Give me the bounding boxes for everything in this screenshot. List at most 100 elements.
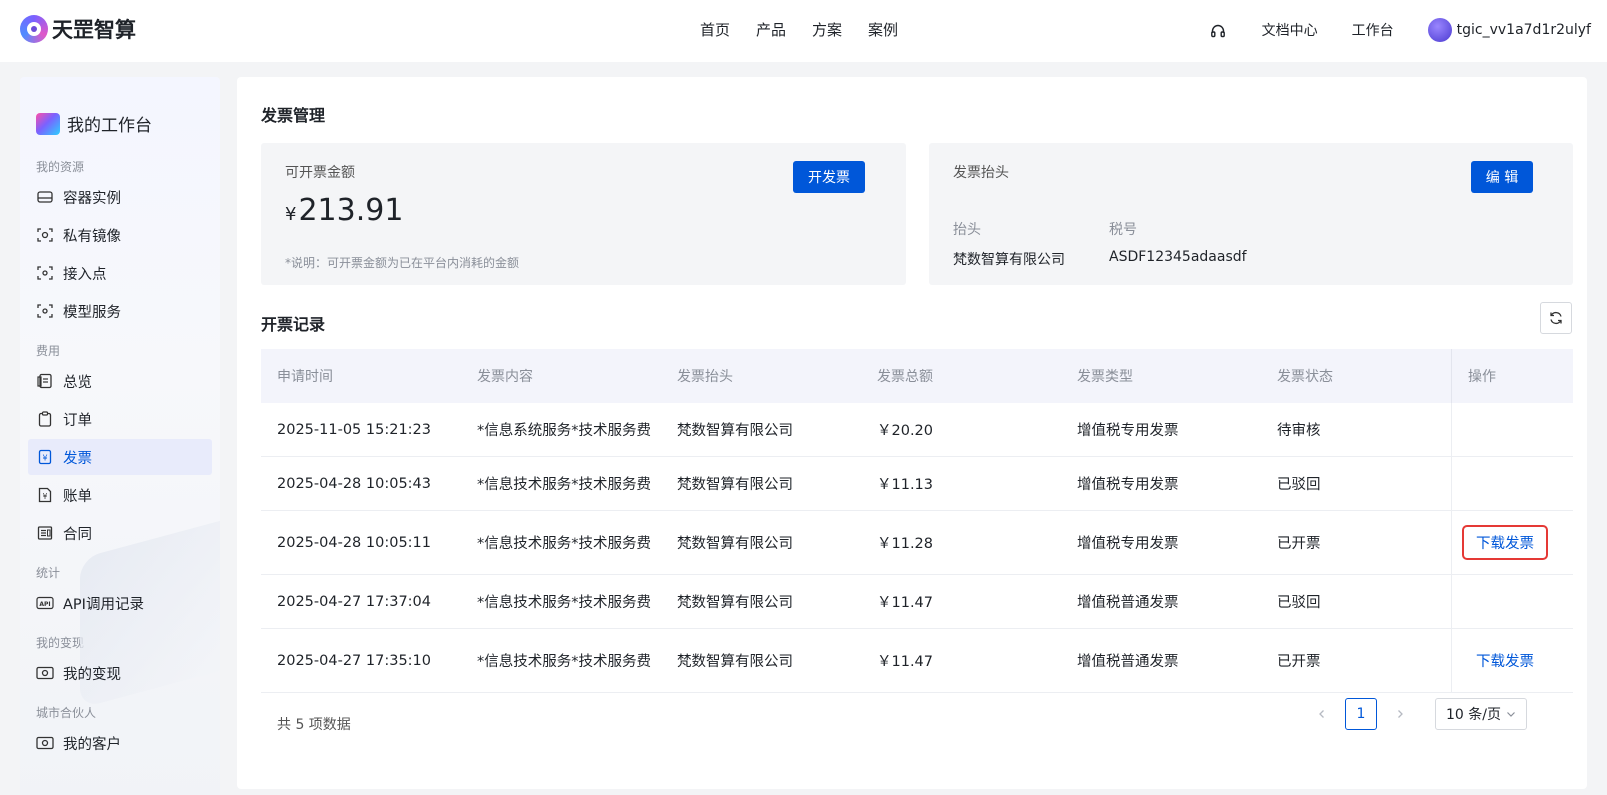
cell-action — [1451, 575, 1573, 628]
monetize-icon — [36, 664, 54, 682]
nav-home[interactable]: 首页 — [700, 19, 730, 40]
nav-products[interactable]: 产品 — [756, 19, 786, 40]
svg-text:¥: ¥ — [42, 454, 47, 463]
page-number-current[interactable]: 1 — [1345, 698, 1377, 730]
main-nav: 首页 产品 方案 案例 — [700, 19, 898, 40]
download-invoice-link[interactable]: 下载发票 — [1468, 650, 1534, 671]
image-scan-icon — [36, 226, 54, 244]
clipboard-icon — [36, 410, 54, 428]
sidebar-header: 我的工作台 — [20, 77, 220, 147]
overview-icon — [36, 372, 54, 390]
customer-icon — [36, 734, 54, 752]
cell-header: 梵数智算有限公司 — [677, 595, 793, 611]
column-header: 操作 — [1451, 349, 1573, 403]
nav-cases[interactable]: 案例 — [868, 19, 898, 40]
cell-total: ￥11.28 — [877, 536, 934, 552]
invoice-records-table: 申请时间 发票内容 发票抬头 发票总额 发票类型 发票状态 操作 2025-11… — [261, 349, 1573, 693]
bill-icon: ¥ — [36, 486, 54, 504]
cell-header: 梵数智算有限公司 — [677, 654, 793, 670]
cell-content: *信息系统服务*技术服务费 — [477, 423, 651, 439]
sidebar: 我的工作台 我的资源 容器实例 私有镜像 接入点 模型服务 费用 总览 订单 ¥… — [20, 77, 220, 795]
cell-time: 2025-04-27 17:35:10 — [277, 652, 431, 669]
sidebar-item-label: 容器实例 — [63, 190, 121, 207]
docs-center-link[interactable]: 文档中心 — [1262, 20, 1318, 40]
cell-time: 2025-11-05 15:21:23 — [277, 421, 431, 438]
cell-type: 增值税专用发票 — [1077, 477, 1179, 493]
sidebar-item-endpoints[interactable]: 接入点 — [28, 255, 212, 291]
tax-number-value: ASDF12345adaasdf — [1109, 249, 1247, 265]
sidebar-item-label: 模型服务 — [63, 304, 121, 321]
sidebar-item-label: 账单 — [63, 488, 92, 505]
workbench-icon — [36, 112, 60, 135]
cell-action: 下载发票 — [1451, 629, 1573, 692]
top-right-actions: 文档中心 工作台 tgic_vv1a7d1r2ulyf — [1210, 18, 1591, 42]
sidebar-item-label: 我的客户 — [63, 736, 121, 753]
sidebar-item-my-monetize[interactable]: 我的变现 — [28, 655, 212, 691]
model-icon — [36, 302, 54, 320]
cell-total: ￥11.47 — [877, 595, 934, 611]
invoice-icon: ¥ — [36, 448, 54, 466]
pagination: 1 10 条/页 — [1307, 698, 1527, 730]
svg-text:¥: ¥ — [43, 492, 48, 501]
sidebar-item-label: 总览 — [63, 374, 92, 391]
edit-header-button[interactable]: 编 辑 — [1471, 161, 1533, 193]
refresh-button[interactable] — [1540, 302, 1572, 334]
sidebar-item-invoices[interactable]: ¥ 发票 — [28, 439, 212, 475]
table-row: 2025-11-05 15:21:23 *信息系统服务*技术服务费 梵数智算有限… — [261, 403, 1573, 457]
column-header: 发票抬头 — [677, 369, 733, 385]
sidebar-item-overview[interactable]: 总览 — [28, 363, 212, 399]
page-size-select[interactable]: 10 条/页 — [1435, 698, 1527, 730]
chevron-down-icon — [1507, 712, 1515, 717]
invoiceable-amount-panel: 可开票金额 ¥ 213.91 *说明：可开票金额为已在平台内消耗的金额 开发票 — [261, 143, 906, 285]
invoice-header-label: 发票抬头 — [953, 165, 1009, 181]
sidebar-group-billing: 费用 — [36, 344, 61, 358]
next-page-button[interactable] — [1385, 699, 1415, 729]
api-icon: API — [36, 594, 54, 612]
download-invoice-link[interactable]: 下载发票 — [1462, 525, 1548, 560]
cell-content: *信息技术服务*技术服务费 — [477, 595, 651, 611]
nav-solutions[interactable]: 方案 — [812, 19, 842, 40]
cell-action: 下载发票 — [1451, 511, 1573, 574]
cell-type: 增值税普通发票 — [1077, 595, 1179, 611]
username[interactable]: tgic_vv1a7d1r2ulyf — [1457, 22, 1591, 38]
invoiceable-amount: ¥ 213.91 — [285, 193, 403, 228]
logo-icon — [20, 15, 48, 43]
cell-type: 增值税普通发票 — [1077, 654, 1179, 670]
sidebar-item-label: 发票 — [63, 450, 92, 467]
invoiceable-note: *说明：可开票金额为已在平台内消耗的金额 — [285, 256, 520, 270]
sidebar-item-model-services[interactable]: 模型服务 — [28, 293, 212, 329]
headset-icon[interactable] — [1210, 23, 1226, 39]
header-title-key: 抬头 — [953, 222, 981, 238]
sidebar-item-contracts[interactable]: 合同 — [28, 515, 212, 551]
sidebar-item-orders[interactable]: 订单 — [28, 401, 212, 437]
cell-header: 梵数智算有限公司 — [677, 477, 793, 493]
chevron-left-icon — [1319, 710, 1324, 718]
cell-total: ￥20.20 — [877, 423, 934, 439]
cell-total: ￥11.47 — [877, 654, 934, 670]
sidebar-item-label: 订单 — [63, 412, 92, 429]
avatar[interactable] — [1427, 18, 1452, 42]
cell-status: 已开票 — [1277, 654, 1321, 670]
sidebar-item-api-records[interactable]: API API调用记录 — [28, 585, 212, 621]
column-header: 发票状态 — [1277, 369, 1333, 385]
cell-type: 增值税专用发票 — [1077, 536, 1179, 552]
brand-logo[interactable]: 天罡智算 — [20, 14, 136, 44]
tax-number-key: 税号 — [1109, 222, 1137, 238]
column-header: 发票类型 — [1077, 369, 1133, 385]
invoice-header-panel: 发票抬头 编 辑 抬头 梵数智算有限公司 税号 ASDF12345adaasdf — [929, 143, 1573, 285]
sidebar-item-bills[interactable]: ¥ 账单 — [28, 477, 212, 513]
sidebar-item-container-instances[interactable]: 容器实例 — [28, 179, 212, 215]
header-title-value: 梵数智算有限公司 — [953, 252, 1065, 268]
brand-name: 天罡智算 — [52, 18, 136, 42]
prev-page-button[interactable] — [1307, 699, 1337, 729]
sidebar-item-private-images[interactable]: 私有镜像 — [28, 217, 212, 253]
cell-header: 梵数智算有限公司 — [677, 536, 793, 552]
column-header: 发票总额 — [877, 369, 933, 385]
issue-invoice-button[interactable]: 开发票 — [793, 161, 865, 193]
cell-content: *信息技术服务*技术服务费 — [477, 536, 651, 552]
sidebar-item-my-customers[interactable]: 我的客户 — [28, 725, 212, 761]
cell-type: 增值税专用发票 — [1077, 423, 1179, 439]
sidebar-group-resources: 我的资源 — [36, 160, 85, 174]
cell-time: 2025-04-27 17:37:04 — [277, 593, 431, 610]
workbench-link[interactable]: 工作台 — [1352, 20, 1394, 40]
